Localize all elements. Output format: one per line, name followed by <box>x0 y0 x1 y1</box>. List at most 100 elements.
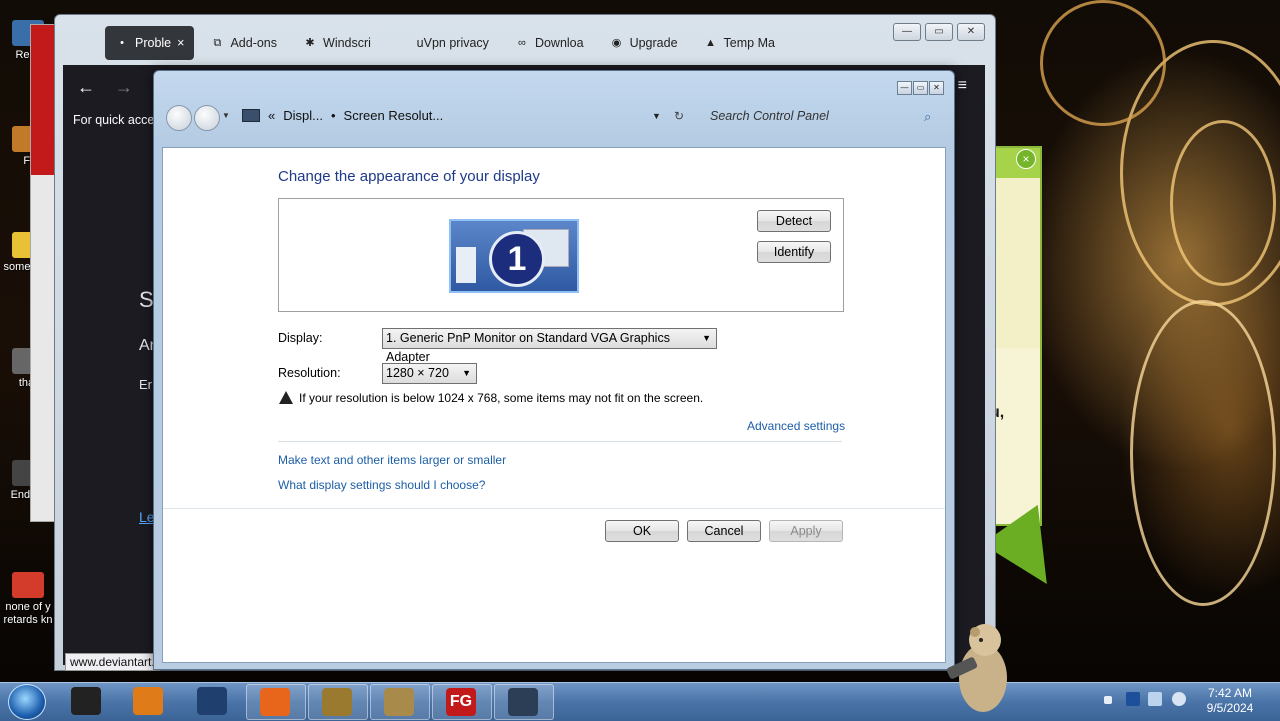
cp-minimize-button[interactable]: — <box>897 81 912 95</box>
browser-tab[interactable]: ∞ Downloa <box>505 26 594 60</box>
browser-tab[interactable]: ◉ Upgrade <box>600 26 688 60</box>
display-dropdown[interactable]: 1. Generic PnP Monitor on Standard VGA G… <box>382 328 717 364</box>
background-window-strip[interactable] <box>30 24 56 522</box>
status-url: www.deviantart. <box>65 653 160 671</box>
firefox-icon <box>260 688 290 716</box>
desktop-icon-label: none of y retards kn <box>3 601 53 626</box>
menu-icon[interactable]: ≡ <box>958 77 967 95</box>
tab-favicon-icon: ▲ <box>705 37 716 49</box>
cancel-button[interactable]: Cancel <box>687 520 761 542</box>
breadcrumb-separator: • <box>330 108 336 123</box>
search-icon[interactable]: ⌕ <box>924 109 931 125</box>
start-button[interactable] <box>8 684 46 720</box>
back-arrow-icon[interactable]: ← <box>77 77 95 98</box>
taskbar-item-fg-app[interactable]: FG <box>432 684 492 720</box>
network-icon[interactable] <box>1148 692 1162 706</box>
tab-favicon-icon: ⧉ <box>213 37 222 49</box>
display-preview: 1 Detect Identify <box>278 198 844 312</box>
promo-close-icon[interactable]: × <box>1016 149 1036 169</box>
breadcrumb-overflow[interactable]: « <box>268 108 275 123</box>
ok-button[interactable]: OK <box>605 520 679 542</box>
wallpaper-swirl <box>1130 300 1276 606</box>
tab-label: Temp Ma <box>723 36 775 50</box>
taskbar-item-control-panel[interactable] <box>494 684 554 720</box>
globe-icon <box>197 687 227 715</box>
detect-button[interactable]: Detect <box>757 210 831 232</box>
browser-window-controls: — ▭ ✕ <box>893 23 985 41</box>
browser-close-button[interactable]: ✕ <box>957 23 985 41</box>
warning-text: If your resolution is below 1024 x 768, … <box>299 391 704 405</box>
cp-window-controls: — ▭ ✕ <box>897 81 944 95</box>
page-title: Change the appearance of your display <box>278 168 540 185</box>
taskbar-item-media-player[interactable] <box>58 684 116 718</box>
tab-favicon-icon <box>397 36 411 50</box>
cp-back-button[interactable] <box>166 105 192 131</box>
control-panel-icon <box>508 688 538 716</box>
clock-time: 7:42 AM <box>1207 686 1253 700</box>
browser-tab[interactable]: ✱ Windscri <box>293 26 381 60</box>
tab-label: Upgrade <box>629 36 678 50</box>
clock[interactable]: 7:42 AM 9/5/2024 <box>1198 686 1262 716</box>
monitor-icon <box>242 109 260 122</box>
warning-icon <box>279 391 293 404</box>
resolution-label: Resolution: <box>278 366 341 380</box>
footer-divider <box>163 508 945 509</box>
quick-access-text: For quick acces <box>73 113 161 127</box>
wallpaper-swirl <box>1170 120 1276 286</box>
tab-label: Add-ons <box>230 36 278 50</box>
display-help-link[interactable]: What display settings should I choose? <box>278 478 485 492</box>
tab-close-icon[interactable]: × <box>177 36 184 50</box>
browser-tab[interactable]: • Proble × <box>105 26 195 60</box>
promo-panel <box>994 146 1042 526</box>
address-dropdown-icon[interactable]: ▼ <box>652 111 661 121</box>
cp-maximize-button[interactable]: ▭ <box>913 81 928 95</box>
taskbar-item-hamster-app[interactable] <box>370 684 430 720</box>
volume-icon[interactable] <box>1172 692 1186 706</box>
clock-date: 9/5/2024 <box>1206 701 1254 715</box>
tab-favicon-icon: ✱ <box>305 37 315 49</box>
cp-forward-button[interactable] <box>194 105 220 131</box>
taskbar-item-image-viewer[interactable] <box>308 684 368 720</box>
fg-app-icon: FG <box>446 688 476 716</box>
breadcrumb-screen-resolution[interactable]: Screen Resolut... <box>344 108 444 123</box>
hamster-app-icon <box>384 688 414 716</box>
forward-arrow-icon[interactable]: → <box>115 77 133 98</box>
resolution-dropdown[interactable]: 1280 × 720 ▼ <box>382 363 477 384</box>
tab-label: Proble <box>135 36 172 50</box>
identify-button[interactable]: Identify <box>757 241 831 263</box>
browser-minimize-button[interactable]: — <box>893 23 921 41</box>
taskbar-item-firefox[interactable] <box>246 684 306 720</box>
browser-maximize-button[interactable]: ▭ <box>925 23 953 41</box>
browser-tab[interactable]: ⧉ Add-ons <box>200 26 287 60</box>
cp-close-button[interactable]: ✕ <box>929 81 944 95</box>
screen-resolution-window: — ▭ ✕ ▼ « Displ... • Screen Resolut... ▼… <box>153 70 955 670</box>
media-center-icon <box>133 687 163 715</box>
browser-tab[interactable]: uVpn privacy <box>387 26 499 60</box>
media-player-icon <box>71 687 101 715</box>
image-viewer-icon <box>322 688 352 716</box>
security-icon[interactable] <box>1126 692 1140 706</box>
browser-tab[interactable]: ▲ Temp Ma <box>694 26 785 60</box>
chevron-down-icon: ▼ <box>702 333 711 343</box>
resolution-value: 1280 × 720 <box>386 366 449 380</box>
tab-label: uVpn privacy <box>416 36 489 50</box>
advanced-settings-link[interactable]: Advanced settings <box>747 419 845 433</box>
text-size-link[interactable]: Make text and other items larger or smal… <box>278 453 506 467</box>
tab-favicon-icon: • <box>120 37 124 49</box>
page-text: Er <box>139 377 152 392</box>
desktop-app-icon <box>12 572 44 598</box>
search-input[interactable]: Search Control Panel <box>710 109 930 123</box>
monitor-preview-icon[interactable]: 1 <box>449 219 579 293</box>
taskbar-item-globe[interactable] <box>184 684 242 718</box>
monitor-number: 1 <box>489 231 545 287</box>
display-label: Display: <box>278 331 323 345</box>
divider <box>278 441 842 442</box>
show-hidden-icons-icon[interactable] <box>1104 696 1112 704</box>
display-value: 1. Generic PnP Monitor on Standard VGA G… <box>386 331 670 364</box>
refresh-icon[interactable]: ↻ <box>674 109 684 123</box>
apply-button[interactable]: Apply <box>769 520 843 542</box>
taskbar-item-media-center[interactable] <box>120 684 178 718</box>
breadcrumb-display[interactable]: Displ... <box>283 108 323 123</box>
desktop-icon[interactable]: none of y retards kn <box>0 572 56 627</box>
recent-pages-icon[interactable]: ▼ <box>222 111 230 120</box>
